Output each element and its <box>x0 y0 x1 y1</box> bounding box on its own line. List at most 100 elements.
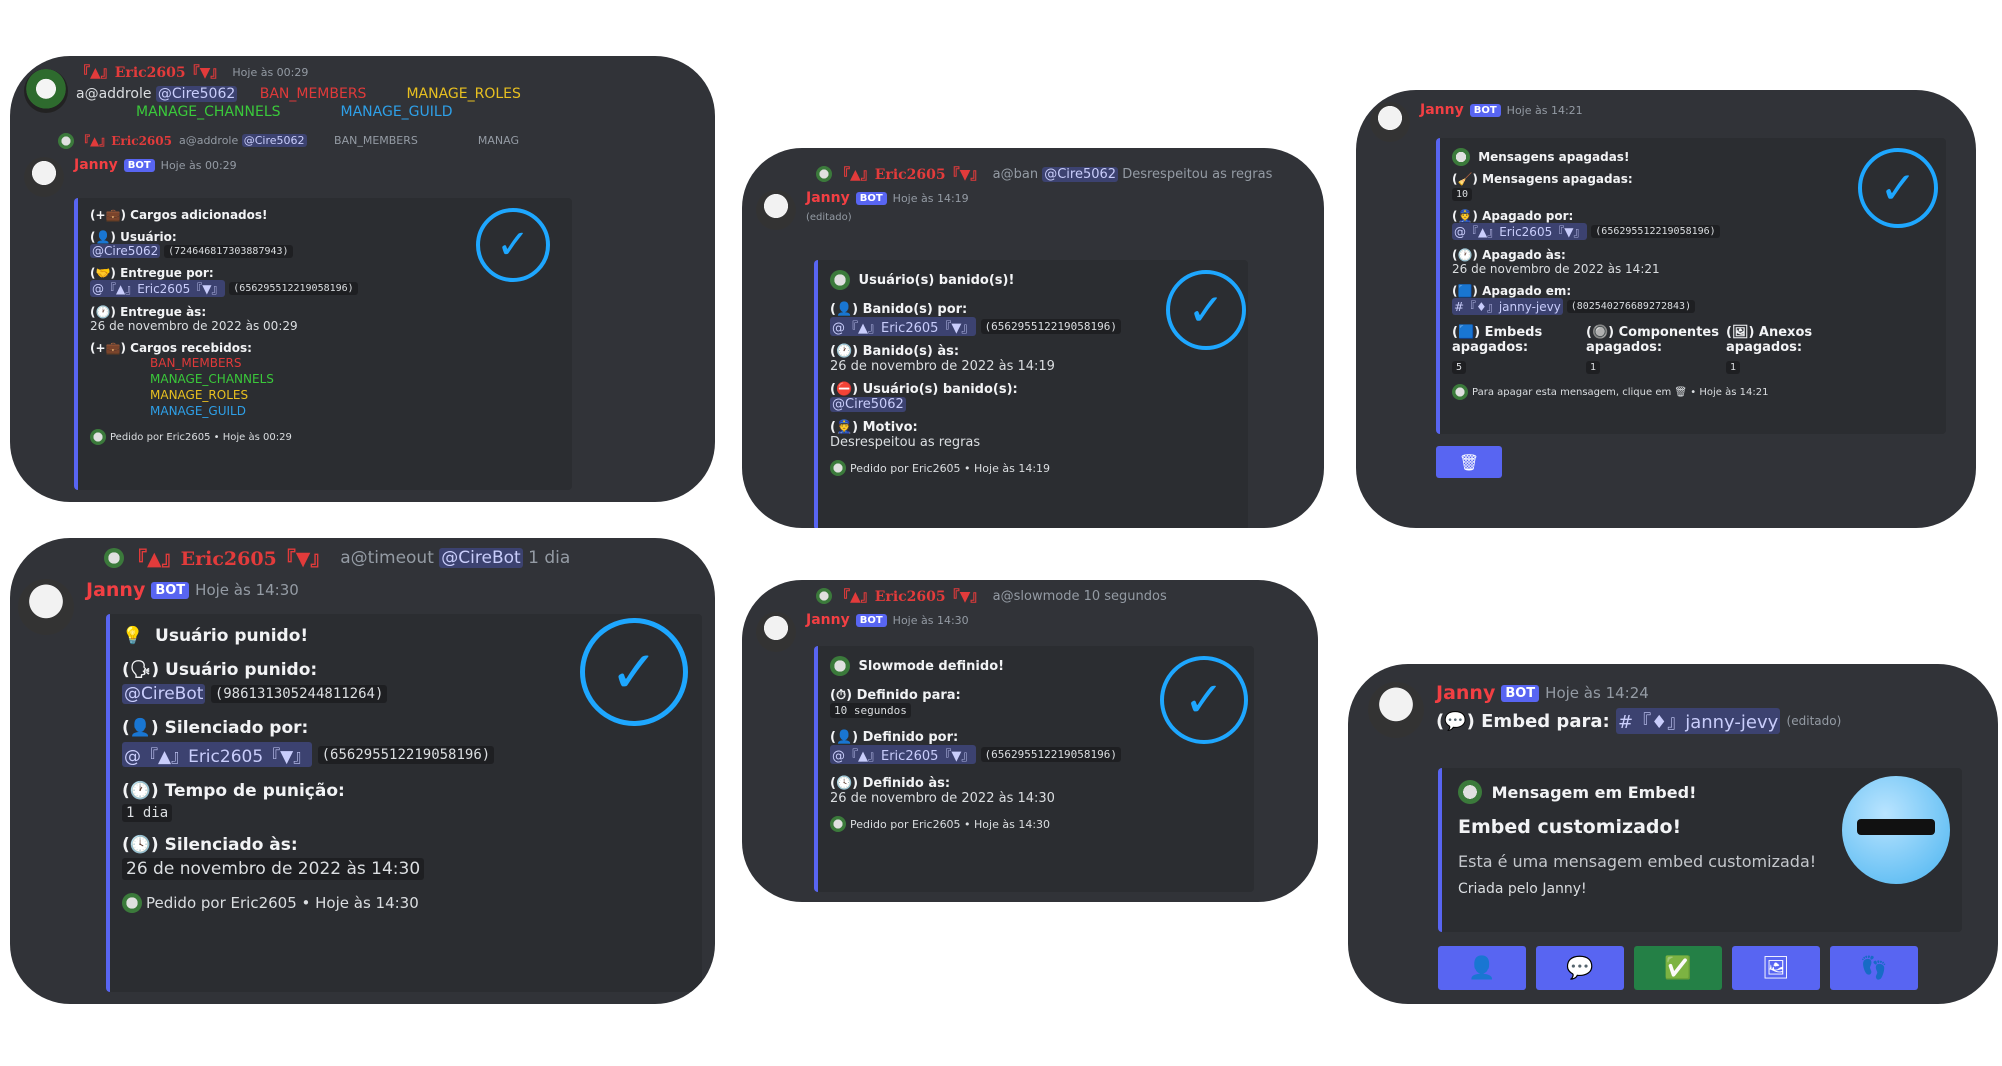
bot-badge: BOT <box>151 581 190 599</box>
user-button[interactable]: 👤 <box>1438 946 1526 990</box>
user-mention[interactable]: @Cire5062 <box>155 86 238 102</box>
field-value: 26 de novembro de 2022 às 14:30 <box>830 791 1055 806</box>
janny-avatar[interactable] <box>756 190 796 230</box>
footprints-icon: 👣 <box>1860 955 1888 981</box>
janny-avatar[interactable] <box>1370 102 1410 142</box>
checkmark-icon: ✅ <box>1664 955 1692 981</box>
role-mention[interactable]: BAN_MEMBERS <box>260 86 367 102</box>
embed-footer: Pedido por Eric2605 • Hoje às 14:30 <box>146 894 419 912</box>
bot-name[interactable]: Janny <box>1420 102 1464 118</box>
avatar-small <box>104 547 124 568</box>
channel-mention[interactable]: #『♦』janny-jevy <box>1615 708 1781 734</box>
bot-name[interactable]: Janny <box>806 612 850 628</box>
user-id: (656295512219058196) <box>980 319 1121 334</box>
chat-button[interactable]: 💬 <box>1536 946 1624 990</box>
user-id: (656295512219058196) <box>1591 225 1720 238</box>
briefcase-icon: (+💼) <box>90 208 131 222</box>
clock-icon: (🕐) <box>90 305 121 319</box>
embed-card: Mensagens apagadas! (🧹) Mensagens apagad… <box>1436 138 1946 434</box>
field-value: 26 de novembro de 2022 às 14:30 <box>122 858 425 880</box>
reply-preview[interactable]: 『▲』Eric2605 a@addrole @Cire5062 BAN_MEMB… <box>58 132 704 149</box>
embed-title: Usuário(s) banido(s)! <box>858 272 1015 288</box>
user-id: (656295512219058196) <box>980 747 1121 762</box>
user-mention[interactable]: @『▲』Eric2605『▼』 <box>122 742 313 767</box>
field-label: Definido por: <box>862 730 959 745</box>
janny-avatar[interactable] <box>756 612 796 652</box>
reply-author[interactable]: 『▲』Eric2605『▼』 <box>836 164 984 184</box>
stopwatch-icon: (⏱) <box>830 688 857 703</box>
image-button[interactable]: 🖼 <box>1732 946 1820 990</box>
embed-author: Mensagem em Embed! <box>1491 782 1697 802</box>
confirm-button[interactable]: ✅ <box>1634 946 1722 990</box>
footprints-button[interactable]: 👣 <box>1830 946 1918 990</box>
field-value: 10 segundos <box>830 703 911 718</box>
reply-author[interactable]: 『▲』Eric2605『▼』 <box>836 586 984 606</box>
user-id: (656295512219058196) <box>229 282 358 295</box>
user-mention[interactable]: @『▲』Eric2605『▼』 <box>830 745 977 764</box>
field-label: Definido para: <box>856 688 961 703</box>
bot-badge: BOT <box>855 613 887 627</box>
edited-tag: (editado) <box>806 212 852 223</box>
user-id: (986131305244811264) <box>210 685 388 703</box>
reply-role: BAN_MEMBERS <box>334 134 418 147</box>
field-value: 10 <box>1452 188 1473 201</box>
role-mention[interactable]: MANAGE_CHANNELS <box>150 371 560 387</box>
bot-name[interactable]: Janny <box>806 190 850 206</box>
bot-name[interactable]: Janny <box>1436 682 1495 704</box>
user-icon: (👤) <box>830 730 863 745</box>
user-mention[interactable]: @『▲』Eric2605『▼』 <box>90 280 226 297</box>
user-mention[interactable]: @Cire5062 <box>830 397 906 412</box>
checkmark-icon: ✓ <box>580 618 688 726</box>
checkmark-icon: ✓ <box>476 208 550 282</box>
handshake-icon: (🤝) <box>90 266 121 280</box>
field-label: Usuário: <box>120 230 177 244</box>
avatar-small <box>816 588 832 604</box>
role-mention[interactable]: MANAGE_ROLES <box>406 86 520 102</box>
role-mention[interactable]: MANAGE_GUILD <box>150 403 560 419</box>
role-mention[interactable]: MANAGE_GUILD <box>341 104 453 120</box>
embed-title: Mensagens apagadas! <box>1478 150 1630 164</box>
lightbulb-icon: 💡 <box>122 626 156 646</box>
reply-mention[interactable]: @CireBot <box>439 547 523 568</box>
bot-name[interactable]: Janny <box>74 157 118 173</box>
edited-tag: (editado) <box>1786 714 1842 728</box>
avatar-small <box>122 893 142 913</box>
reply-author[interactable]: 『▲』Eric2605『▼』 <box>128 544 329 571</box>
briefcase-icon: (+💼) <box>90 341 131 355</box>
field-value: 1 <box>1586 361 1601 374</box>
field-label: Entregue às: <box>120 305 207 319</box>
embed-card: Usuário(s) banido(s)! (👤) Banido(s) por:… <box>814 260 1248 528</box>
cool-face-icon <box>1842 776 1950 884</box>
role-mention[interactable]: MANAGE_CHANNELS <box>136 104 281 120</box>
bot-badge: BOT <box>1501 684 1540 702</box>
bot-badge: BOT <box>1469 103 1501 117</box>
user-mention[interactable]: @Cire5062 <box>90 244 161 258</box>
user-id: (724646817303887943) <box>164 244 293 258</box>
panel-timeout: 『▲』Eric2605『▼』 a@timeout @CireBot 1 dia … <box>10 538 715 1004</box>
user-mention[interactable]: @『▲』Eric2605『▼』 <box>830 317 977 336</box>
avatar-small <box>90 429 106 445</box>
eric-avatar[interactable] <box>24 69 68 113</box>
author-name[interactable]: 『▲』Eric2605『▼』 <box>76 62 224 82</box>
role-mention[interactable]: BAN_MEMBERS <box>150 355 560 371</box>
reply-text: a@ban <box>992 166 1039 182</box>
reply-rest: Desrespeitou as regras <box>1122 166 1273 182</box>
clock-icon: (🕐) <box>122 781 165 801</box>
janny-avatar[interactable] <box>24 157 64 197</box>
channel-id: (802540276689272843) <box>1566 300 1696 313</box>
bot-name[interactable]: Janny <box>86 579 145 601</box>
role-mention[interactable]: MANAGE_ROLES <box>150 387 560 403</box>
reply-mention[interactable]: @Cire5062 <box>1042 166 1119 182</box>
avatar-small <box>830 816 846 832</box>
checkmark-icon: ✓ <box>1166 270 1246 350</box>
field-label: Apagado por: <box>1482 209 1574 223</box>
bot-badge: BOT <box>855 191 887 205</box>
user-mention[interactable]: @CireBot <box>122 684 206 704</box>
field-label: Usuário(s) banido(s): <box>862 382 1018 397</box>
user-mention[interactable]: @『▲』Eric2605『▼』 <box>1452 223 1588 240</box>
channel-mention[interactable]: #『♦』janny-jevy <box>1452 298 1563 315</box>
delete-button[interactable]: 🗑 <box>1436 446 1502 478</box>
field-label: Definido às: <box>862 776 951 791</box>
janny-avatar[interactable] <box>1368 682 1424 738</box>
janny-avatar[interactable] <box>18 579 74 635</box>
